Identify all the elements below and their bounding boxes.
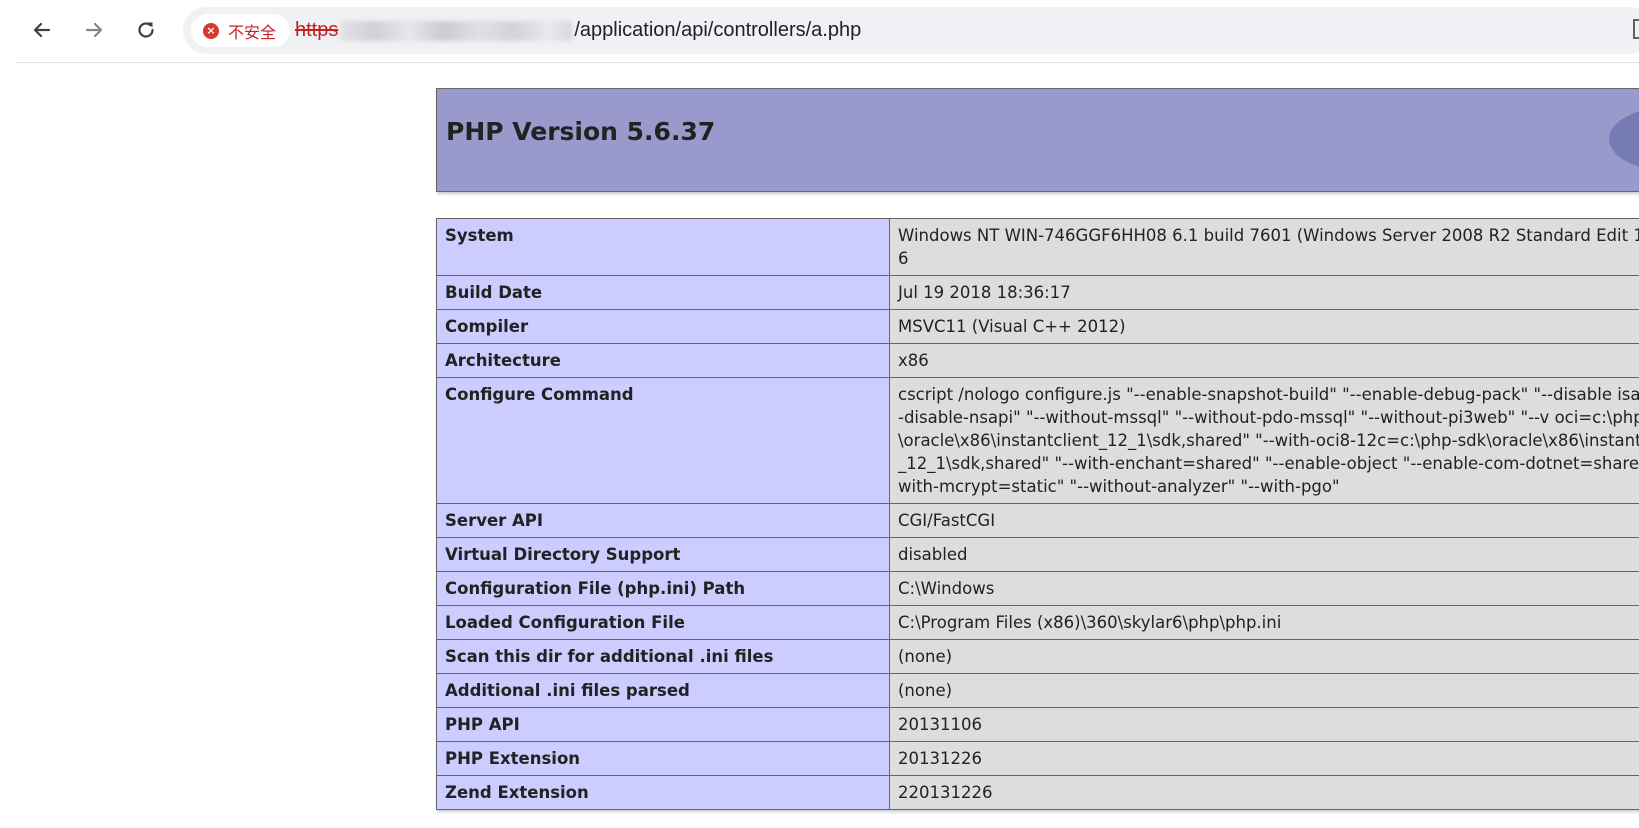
row-value: cscript /nologo configure.js "--enable-s… [889, 377, 1639, 504]
url-path: /application/api/controllers/a.php [574, 19, 862, 41]
row-value: (none) [889, 673, 1639, 708]
extension-icon[interactable] [1633, 19, 1639, 39]
table-row: Virtual Directory Support disabled [436, 537, 1639, 572]
page-title: PHP Version 5.6.37 [446, 117, 716, 146]
forward-arrow-icon [85, 22, 103, 38]
security-label: 不安全 [228, 22, 277, 42]
table-row: Configuration File (php.ini) Path C:\Wind… [436, 571, 1639, 606]
browser-toolbar: × 不安全 https /application/api/controllers… [0, 0, 1639, 62]
table-row: Zend Extension 220131226 [436, 775, 1639, 810]
table-row: Loaded Configuration File C:\Program File… [436, 605, 1639, 640]
warning-icon: × [203, 22, 219, 39]
address-bar[interactable]: × 不安全 https /application/api/controllers… [183, 7, 1639, 54]
row-key: Virtual Directory Support [436, 537, 890, 572]
row-value: 20131226 [889, 741, 1639, 776]
table-row: Server API CGI/FastCGI [436, 503, 1639, 538]
table-row: Build Date Jul 19 2018 18:36:17 [436, 275, 1639, 310]
reload-icon [138, 22, 154, 38]
reload-button[interactable] [129, 13, 163, 47]
row-key: Architecture [436, 343, 890, 378]
table-row: Configure Command cscript /nologo configu… [436, 377, 1639, 504]
row-key: Server API [436, 503, 890, 538]
row-value: (none) [889, 639, 1639, 674]
row-key: Zend Extension [436, 775, 890, 810]
back-button[interactable] [25, 13, 59, 47]
row-key: PHP Extension [436, 741, 890, 776]
table-row: PHP Extension 20131226 [436, 741, 1639, 776]
row-key: Build Date [436, 275, 890, 310]
forward-button[interactable] [77, 13, 111, 47]
row-key: Configuration File (php.ini) Path [436, 571, 890, 606]
url-text[interactable]: https /application/api/controllers/a.php [295, 7, 861, 54]
row-value: x86 [889, 343, 1639, 378]
url-scheme: https [295, 19, 339, 41]
row-value: C:\Program Files (x86)\360\skylar6\php\p… [889, 605, 1639, 640]
back-arrow-icon [33, 22, 51, 38]
page-content: PHP Version 5.6.37 System Windows NT WIN-… [0, 63, 1639, 828]
row-value: Windows NT WIN-746GGF6HH08 6.1 build 760… [889, 218, 1639, 276]
php-header: PHP Version 5.6.37 [436, 88, 1639, 192]
php-logo [1609, 107, 1639, 171]
row-value: 220131226 [889, 775, 1639, 810]
row-key: PHP API [436, 707, 890, 742]
info-table: System Windows NT WIN-746GGF6HH08 6.1 bui… [436, 218, 1639, 810]
security-indicator[interactable]: × 不安全 [191, 14, 291, 47]
table-row: Scan this dir for additional .ini files(… [436, 639, 1639, 674]
row-value: CGI/FastCGI [889, 503, 1639, 538]
row-key: Scan this dir for additional .ini files [436, 639, 890, 674]
table-row: Compiler MSVC11 (Visual C++ 2012) [436, 309, 1639, 344]
table-row: PHP API 20131106 [436, 707, 1639, 742]
row-key: Loaded Configuration File [436, 605, 890, 640]
row-value: 20131106 [889, 707, 1639, 742]
table-row: Architecture x86 [436, 343, 1639, 378]
table-row: System Windows NT WIN-746GGF6HH08 6.1 bui… [436, 218, 1639, 276]
row-key: Additional .ini files parsed [436, 673, 890, 708]
redacted-host [340, 20, 573, 41]
row-value: C:\Windows [889, 571, 1639, 606]
row-value: MSVC11 (Visual C++ 2012) [889, 309, 1639, 344]
row-value: disabled [889, 537, 1639, 572]
row-value: Jul 19 2018 18:36:17 [889, 275, 1639, 310]
row-key: Compiler [436, 309, 890, 344]
table-row: Additional .ini files parsed (none) [436, 673, 1639, 708]
row-key: Configure Command [436, 377, 890, 504]
row-key: System [436, 218, 890, 276]
